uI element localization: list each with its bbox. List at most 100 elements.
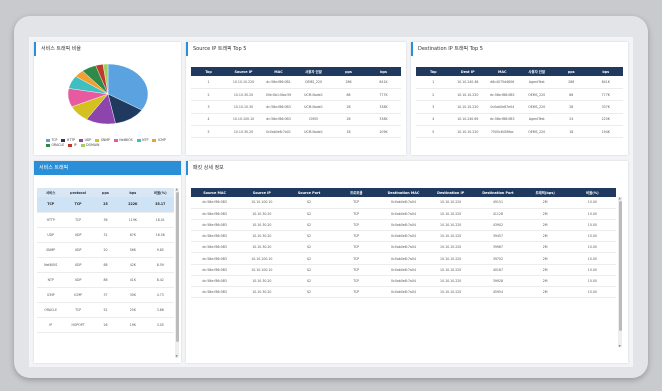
column-header[interactable]: Top — [191, 67, 226, 76]
table-row[interactable]: NTP UDP 86 41K 8.42 — [37, 272, 174, 288]
legend-swatch — [79, 138, 84, 142]
table-row[interactable]: 5 10.10.30.20 0c0ab0e8:7a01 UCM-Node1 18 109K — [191, 125, 401, 139]
table-cell: $2 — [285, 264, 333, 276]
service-table-scrollbar[interactable] — [175, 188, 179, 358]
table-row[interactable]: HTTP TCP 36 119K 18.01 — [37, 212, 174, 228]
legend-item[interactable]: NTP — [136, 138, 148, 142]
column-header[interactable]: 트래픽(bps) — [521, 188, 569, 197]
table-row[interactable]: 3 10.10.10.30 dc:58e:f86:0B3 UCM-Node1 28 338… — [191, 100, 401, 114]
legend-item[interactable]: HTTP — [61, 138, 75, 142]
column-header[interactable]: MAC — [485, 67, 520, 76]
column-header[interactable]: 사용자 단말 — [296, 67, 331, 76]
table-row[interactable]: 3 10.10.10.220 0c0ab0e87e04 OEMS_220 28 337K — [416, 100, 623, 114]
column-header[interactable]: bps — [119, 188, 147, 197]
table-cell: 0c0ab0e8:7a04 — [379, 286, 428, 299]
table-row[interactable]: ICMP ICMP 37 30K 4.73 — [37, 287, 174, 303]
table-row[interactable]: IP HOPOPT 26 19K 3.05 — [37, 317, 174, 333]
legend-swatch — [95, 138, 100, 142]
table-cell: 10.00 — [568, 275, 616, 288]
column-header[interactable]: bps — [366, 67, 401, 76]
table-row[interactable]: ORACLE TCP 52 25K 3.86 — [37, 302, 174, 318]
legend-item[interactable]: SNMP — [95, 138, 110, 142]
legend-item[interactable]: ICMP — [152, 138, 166, 142]
table-cell: 286 — [331, 76, 366, 89]
table-row[interactable]: 2 10.10.30.20 00e:0b1:0ba:59 UCM-Node1 86 777… — [191, 88, 401, 102]
table-row[interactable]: 2 10.10.10.220 dc:58e:f86:0B5 OEMS_220 86 777… — [416, 88, 623, 102]
table-cell: 10.10.10.30 — [226, 100, 261, 114]
pie-legend: TCP HTTP UDP SNMP NetBIOS NTP ICMP ORACLE IP DOMA… — [46, 138, 176, 147]
table-cell: ICMP — [64, 287, 92, 303]
scroll-up-icon[interactable]: ▲ — [176, 187, 178, 191]
scroll-down-icon[interactable]: ▼ — [176, 354, 178, 358]
scrollbar-thumb[interactable] — [618, 201, 622, 331]
scroll-up-icon[interactable]: ▲ — [619, 196, 621, 200]
panel-title: Destination IP 트래픽 Top 5 — [411, 42, 628, 56]
column-header[interactable]: Destination Port — [474, 188, 522, 197]
column-header[interactable]: pps — [554, 67, 589, 76]
column-header[interactable]: Source IP — [226, 67, 261, 76]
column-header[interactable]: pps — [331, 67, 366, 76]
column-header[interactable]: Dest IP — [450, 67, 485, 76]
table-cell: dc:58e:f86:0B3 — [261, 113, 296, 127]
column-header[interactable]: pps — [91, 188, 120, 197]
legend-label: ICMP — [157, 138, 166, 142]
table-row[interactable]: dc:58e:f86:0B3 10.10.30.20 $2 TCP 0c0ab0e8:7… — [191, 208, 616, 220]
column-header[interactable]: 비율(%) — [568, 188, 616, 197]
table-cell: 56K — [119, 242, 147, 258]
legend-item[interactable]: NetBIOS — [113, 138, 133, 142]
table-cell: 40167 — [474, 264, 522, 276]
legend-item[interactable]: IP — [68, 143, 77, 147]
column-header[interactable]: Destination IP — [427, 188, 475, 197]
table-row[interactable]: dc:58e:f86:0B3 10.10.100.10 $2 TCP 0c0ab0e8:… — [191, 197, 616, 209]
table-row[interactable]: 4 10.10.240.69 dc:58e:f86:0B3 AgentTest 24 22… — [416, 113, 623, 127]
table-cell: 5 — [191, 125, 226, 139]
table-cell: 10.10.10.220 — [427, 197, 475, 209]
table-cell: 10.00 — [568, 219, 616, 232]
table-cell: $2 — [285, 252, 333, 265]
table-row[interactable]: 1 10.10.240.48 d8c4075d4606 AgentTest 286 841… — [416, 76, 623, 89]
panel-title: 패킷 상세 정보 — [186, 161, 628, 175]
legend-item[interactable]: ORACLE — [46, 143, 64, 147]
table-cell: 26 — [91, 317, 120, 333]
table-cell: 222K — [119, 197, 147, 213]
table-row[interactable]: dc:58e:f86:0B3 10.10.100.10 $2 TCP 0c0ab0e8:… — [191, 252, 616, 265]
column-header[interactable]: Source IP — [238, 188, 286, 197]
legend-item[interactable]: UDP — [79, 138, 91, 142]
column-header[interactable]: MAC — [261, 67, 296, 76]
detail-table-scrollbar[interactable] — [618, 197, 622, 347]
legend-item[interactable]: TCP — [46, 138, 57, 142]
scroll-down-icon[interactable]: ▼ — [619, 344, 621, 348]
column-header[interactable]: bps — [588, 67, 623, 76]
table-row[interactable]: 5 10.10.10.220 7505c6456fac OEMS_220 18 194K — [416, 125, 623, 139]
table-cell: NTP — [37, 272, 65, 288]
column-header[interactable]: Top — [416, 67, 451, 76]
table-row[interactable]: SNMP UDP 20 56K 9.85 — [37, 242, 174, 258]
table-cell: 0c0ab0e8:7a04 — [379, 208, 428, 220]
column-header[interactable]: Source MAC — [191, 188, 239, 197]
table-cell: OEMS_220 — [519, 88, 554, 102]
table-row[interactable]: TCP TCP 25 222K 35.17 — [37, 197, 174, 213]
table-row[interactable]: 4 10.10.100.10 dc:58e:f86:0B3 CMS5 28 338K — [191, 113, 401, 127]
column-header[interactable]: protocol — [64, 188, 92, 197]
table-row[interactable]: UDP UDP 31 87K 16.56 — [37, 227, 174, 243]
legend-item[interactable]: DOMAIN — [80, 143, 99, 147]
table-row[interactable]: NetBIOS UDP 88 42K 8.59 — [37, 257, 174, 273]
table-cell: 10.00 — [568, 264, 616, 276]
table-row[interactable]: 1 10.10.10.220 dc:58e:f86:0B1 OEMS_220 286 84… — [191, 76, 401, 89]
table-row[interactable]: dc:58e:f86:0B3 10.10.30.20 $2 TCP 0c0ab0e8:7… — [191, 241, 616, 254]
column-header[interactable]: Destination MAC — [379, 188, 428, 197]
table-cell: 18 — [331, 125, 366, 139]
table-row[interactable]: dc:58e:f86:0B3 10.10.30.20 $2 TCP 0c0ab0e8:7… — [191, 230, 616, 243]
table-row[interactable]: dc:58e:f86:0B3 10.10.30.20 $2 TCP 0c0ab0e8:7… — [191, 219, 616, 232]
column-header[interactable]: Source Port — [285, 188, 333, 197]
column-header[interactable]: 프로토콜 — [332, 188, 380, 197]
table-cell: 10.10.10.220 — [450, 88, 485, 102]
table-row[interactable]: dc:58e:f86:0B3 10.10.30.20 $2 TCP 0c0ab0e8:7… — [191, 286, 616, 299]
column-header[interactable]: 서비스 — [37, 188, 65, 197]
scrollbar-thumb[interactable] — [175, 192, 179, 342]
column-header[interactable]: 비율(%) — [146, 188, 174, 197]
table-cell: 10.00 — [568, 252, 616, 265]
table-row[interactable]: dc:58e:f86:0B3 10.10.30.20 $2 TCP 0c0ab0e8:7… — [191, 275, 616, 288]
table-row[interactable]: dc:58e:f86:0B3 10.10.100.10 $2 TCP 0c0ab0e8:… — [191, 264, 616, 276]
column-header[interactable]: 사용자 단말 — [519, 67, 554, 76]
